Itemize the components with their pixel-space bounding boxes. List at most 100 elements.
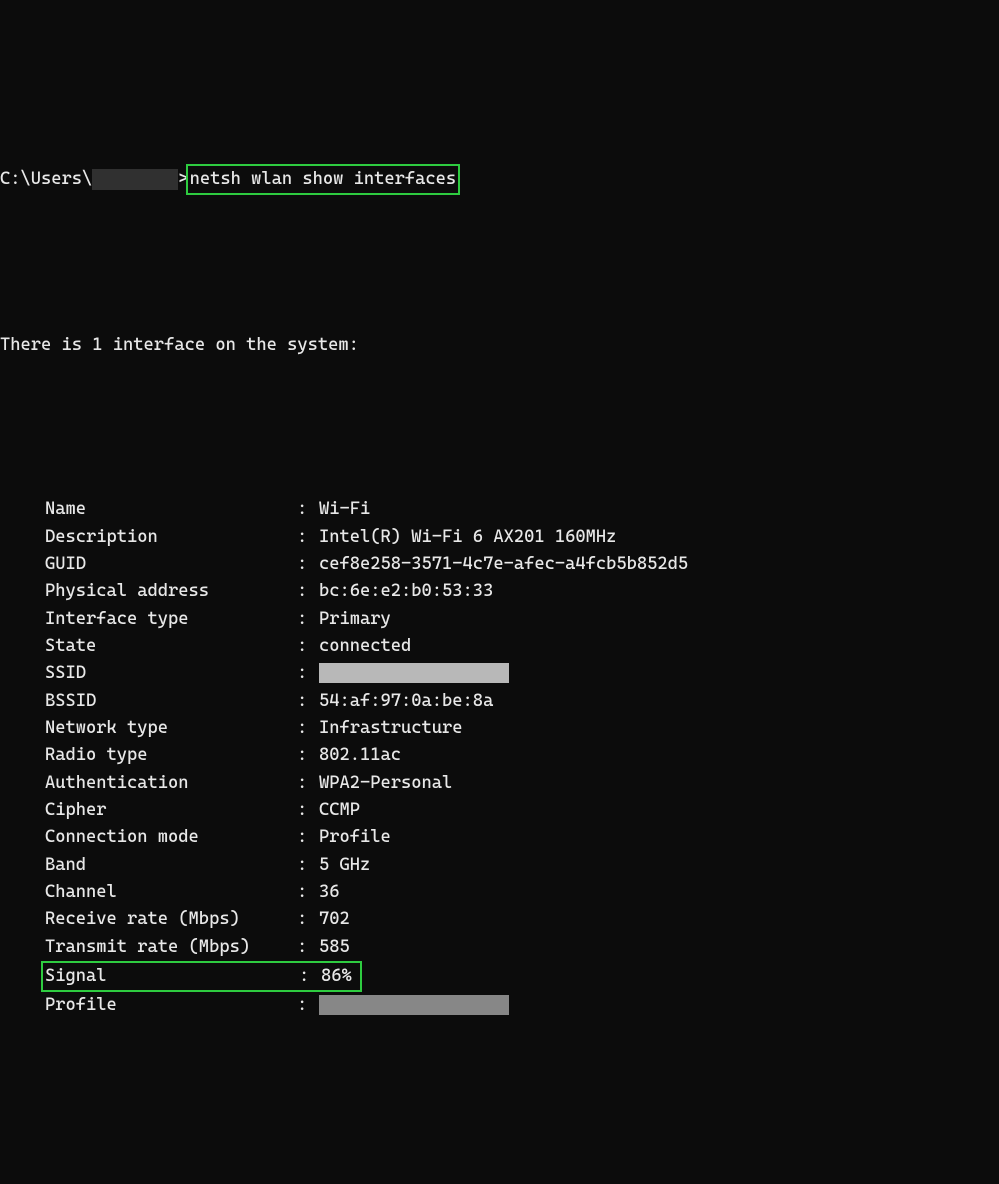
detail-value: WPA2-Personal	[319, 770, 452, 797]
detail-label: SSID	[45, 660, 297, 687]
indent	[0, 688, 45, 715]
detail-row: Interface type: Primary	[0, 606, 999, 633]
indent	[0, 961, 45, 992]
colon: :	[297, 992, 319, 1019]
detail-row: Name: Wi-Fi	[0, 496, 999, 523]
indent	[0, 524, 45, 551]
detail-value: 86%	[321, 963, 358, 990]
detail-value: 36	[319, 879, 340, 906]
terminal-output: C:\Users\>netsh wlan show interfaces The…	[0, 109, 999, 1047]
indent	[0, 606, 45, 633]
colon: :	[297, 906, 319, 933]
detail-row: Signal: 86%	[0, 961, 999, 992]
detail-label: Transmit rate (Mbps)	[45, 934, 297, 961]
detail-row: Channel: 36	[0, 879, 999, 906]
colon: :	[299, 963, 321, 990]
indent	[0, 906, 45, 933]
blank-line	[0, 250, 999, 277]
detail-row: Description: Intel(R) Wi-Fi 6 AX201 160M…	[0, 524, 999, 551]
detail-label: Connection mode	[45, 824, 297, 851]
colon: :	[297, 660, 319, 687]
detail-value: Wi-Fi	[319, 496, 370, 523]
colon: :	[297, 824, 319, 851]
indent	[0, 797, 45, 824]
command-highlight: netsh wlan show interfaces	[186, 164, 461, 195]
detail-label: State	[45, 633, 297, 660]
colon: :	[297, 852, 319, 879]
colon: :	[297, 770, 319, 797]
detail-value: cef8e258-3571-4c7e-afec-a4fcb5b852d5	[319, 551, 688, 578]
detail-label: Physical address	[45, 578, 297, 605]
detail-label: BSSID	[45, 688, 297, 715]
indent	[0, 934, 45, 961]
detail-row: Transmit rate (Mbps): 585	[0, 934, 999, 961]
colon: :	[297, 496, 319, 523]
detail-value: 5 GHz	[319, 852, 370, 879]
detail-row: SSID:	[0, 660, 999, 687]
detail-label: Radio type	[45, 742, 297, 769]
colon: :	[297, 879, 319, 906]
detail-row: Receive rate (Mbps): 702	[0, 906, 999, 933]
detail-value: Profile	[319, 824, 391, 851]
detail-value: Infrastructure	[319, 715, 463, 742]
detail-label: Receive rate (Mbps)	[45, 906, 297, 933]
indent	[0, 824, 45, 851]
colon: :	[297, 524, 319, 551]
detail-row: Connection mode: Profile	[0, 824, 999, 851]
signal-highlight: Signal: 86%	[41, 961, 362, 992]
indent	[0, 992, 45, 1019]
colon: :	[297, 633, 319, 660]
indent	[0, 496, 45, 523]
detail-label: Authentication	[45, 770, 297, 797]
redacted-value	[319, 663, 509, 683]
indent	[0, 715, 45, 742]
detail-label: Cipher	[45, 797, 297, 824]
indent	[0, 551, 45, 578]
indent	[0, 578, 45, 605]
detail-label: Interface type	[45, 606, 297, 633]
detail-row: Radio type: 802.11ac	[0, 742, 999, 769]
detail-value: Intel(R) Wi-Fi 6 AX201 160MHz	[319, 524, 616, 551]
detail-value: 702	[319, 906, 350, 933]
detail-row: BSSID: 54:af:97:0a:be:8a	[0, 688, 999, 715]
interface-details: Name: Wi-FiDescription: Intel(R) Wi-Fi 6…	[0, 496, 999, 1020]
detail-label: Signal	[45, 963, 299, 990]
indent	[0, 879, 45, 906]
detail-value: 802.11ac	[319, 742, 401, 769]
detail-value: bc:6e:e2:b0:53:33	[319, 578, 493, 605]
detail-row: GUID: cef8e258-3571-4c7e-afec-a4fcb5b852…	[0, 551, 999, 578]
detail-value: Primary	[319, 606, 391, 633]
detail-label: Channel	[45, 879, 297, 906]
prompt-line: C:\Users\>netsh wlan show interfaces	[0, 164, 999, 195]
detail-label: Name	[45, 496, 297, 523]
colon: :	[297, 797, 319, 824]
detail-label: GUID	[45, 551, 297, 578]
colon: :	[297, 715, 319, 742]
detail-row: Cipher: CCMP	[0, 797, 999, 824]
summary-line: There is 1 interface on the system:	[0, 332, 999, 359]
prompt-path: C:\Users\	[0, 166, 92, 193]
colon: :	[297, 578, 319, 605]
colon: :	[297, 688, 319, 715]
detail-value: connected	[319, 633, 411, 660]
detail-label: Band	[45, 852, 297, 879]
detail-label: Network type	[45, 715, 297, 742]
detail-value: CCMP	[319, 797, 360, 824]
indent	[0, 742, 45, 769]
detail-row: Physical address: bc:6e:e2:b0:53:33	[0, 578, 999, 605]
detail-row: Profile:	[0, 992, 999, 1019]
colon: :	[297, 934, 319, 961]
indent	[0, 852, 45, 879]
colon: :	[297, 742, 319, 769]
detail-value: 54:af:97:0a:be:8a	[319, 688, 493, 715]
detail-value: 585	[319, 934, 350, 961]
redacted-username	[92, 169, 178, 190]
indent	[0, 633, 45, 660]
detail-label: Description	[45, 524, 297, 551]
detail-row: Band: 5 GHz	[0, 852, 999, 879]
indent	[0, 770, 45, 797]
colon: :	[297, 606, 319, 633]
redacted-value	[319, 995, 509, 1015]
colon: :	[297, 551, 319, 578]
indent	[0, 660, 45, 687]
